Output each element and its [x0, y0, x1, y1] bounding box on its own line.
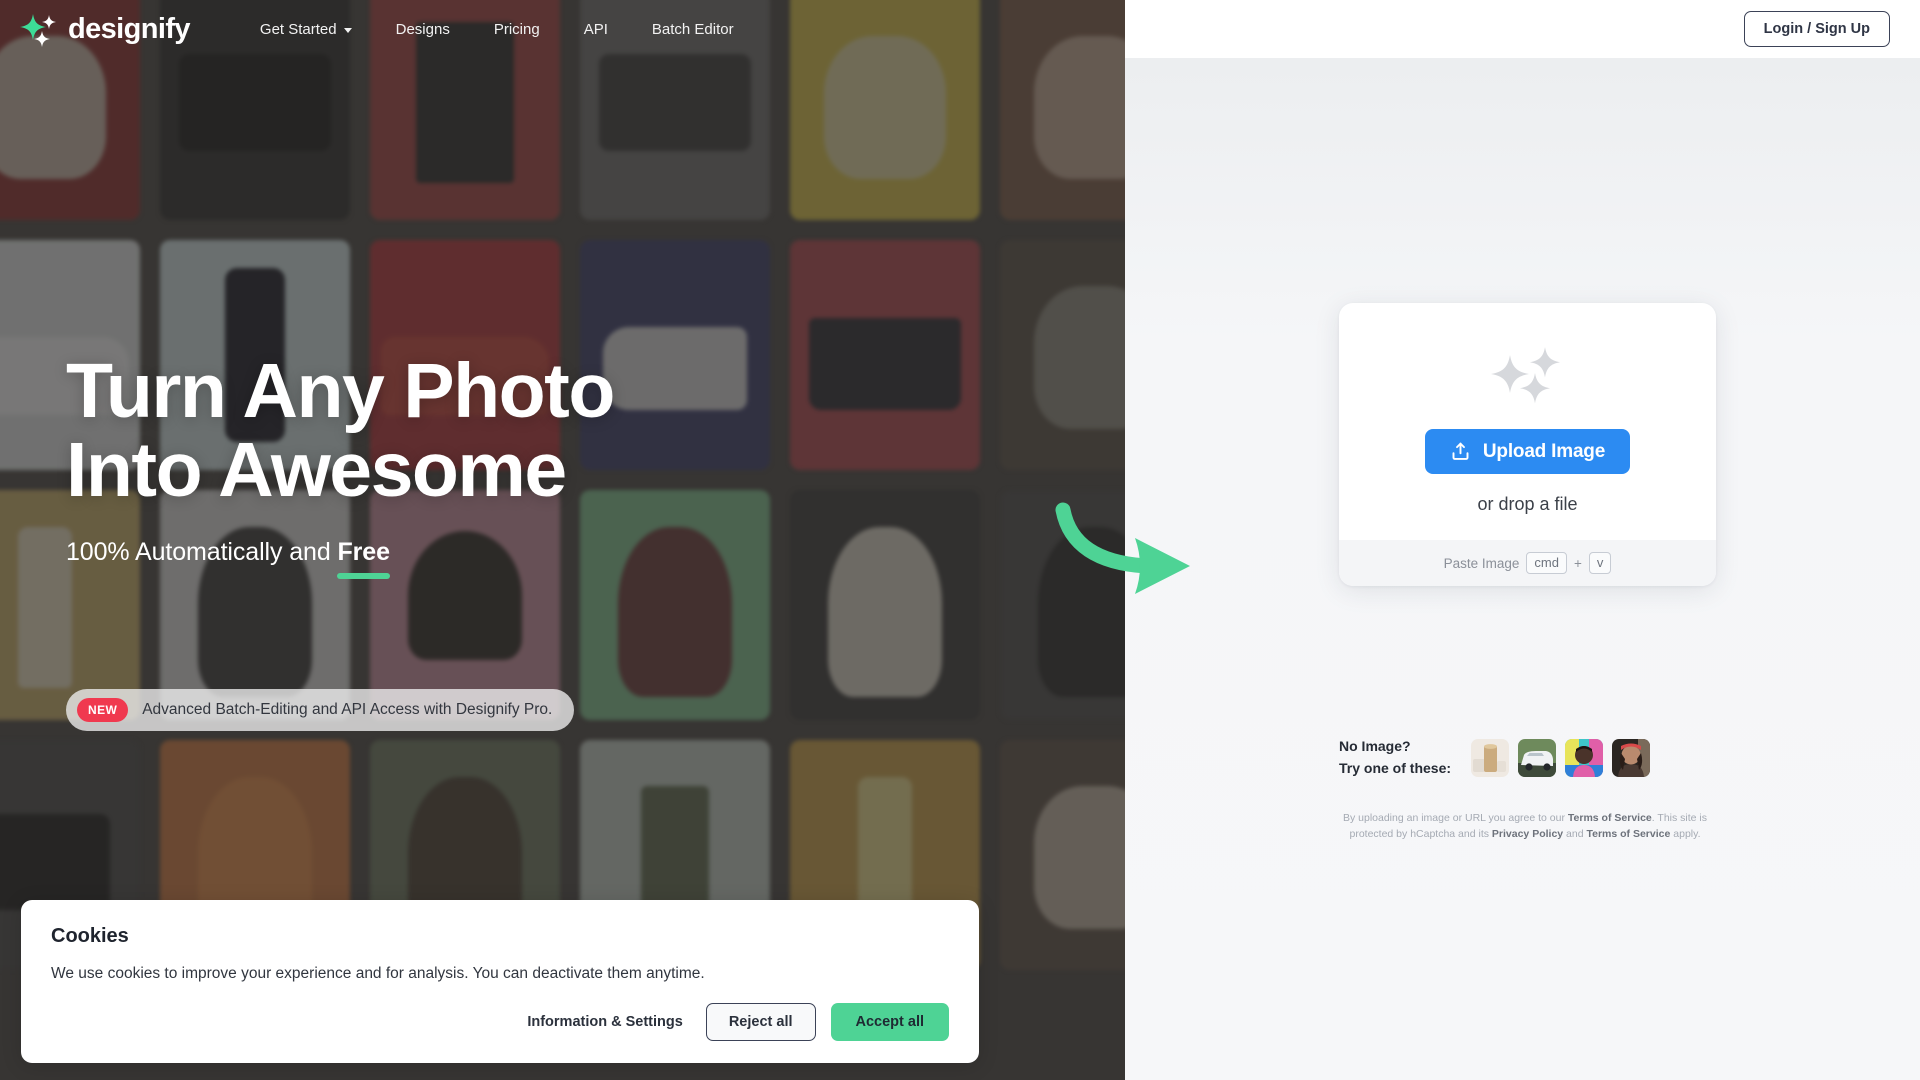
reject-all-button[interactable]: Reject all — [706, 1003, 816, 1041]
hero-copy: Turn Any Photo Into Awesome 100% Automat… — [66, 352, 786, 567]
sample-thumbnails — [1471, 739, 1650, 777]
logo-text: designify — [68, 13, 190, 46]
headline-line-1: Turn Any Photo — [66, 352, 786, 431]
sample-images-label: No Image? Try one of these: — [1339, 736, 1451, 779]
try-one-label: Try one of these: — [1339, 758, 1451, 780]
cardboard-tube-product-thumbnail[interactable] — [1471, 739, 1509, 777]
sample-images-row: No Image? Try one of these: — [1339, 736, 1650, 779]
paste-image-hint: Paste Image cmd + v — [1339, 540, 1716, 586]
legal-part-3: and — [1563, 828, 1586, 840]
curved-arrow-right-icon — [1055, 500, 1215, 615]
cookie-banner-title: Cookies — [51, 925, 949, 948]
white-car-thumbnail[interactable] — [1518, 739, 1556, 777]
legal-disclaimer: By uploading an image or URL you agree t… — [1339, 810, 1711, 843]
nav-label-designs: Designs — [396, 21, 450, 38]
nav-item-designs[interactable]: Designs — [374, 21, 472, 38]
nav-item-get-started[interactable]: Get Started — [238, 21, 374, 38]
login-signup-button[interactable]: Login / Sign Up — [1744, 11, 1890, 47]
drop-file-label: or drop a file — [1477, 494, 1577, 515]
legal-part-1: By uploading an image or URL you agree t… — [1343, 812, 1568, 824]
cookie-banner-actions: Information & Settings Reject all Accept… — [51, 1003, 949, 1041]
upload-card-body: Upload Image or drop a file — [1339, 303, 1716, 540]
accept-all-button[interactable]: Accept all — [831, 1003, 950, 1041]
nav-item-api[interactable]: API — [562, 21, 630, 38]
privacy-policy-link[interactable]: Privacy Policy — [1492, 828, 1563, 840]
nav-label-pricing: Pricing — [494, 21, 540, 38]
cookie-banner-body: We use cookies to improve your experienc… — [51, 965, 949, 983]
cookie-consent-banner: Cookies We use cookies to improve your e… — [21, 900, 979, 1063]
upload-image-label: Upload Image — [1483, 441, 1605, 463]
logo[interactable]: designify — [20, 10, 190, 48]
sparkles-icon — [1490, 345, 1566, 407]
hero-subtitle-prefix: 100% Automatically and — [66, 538, 337, 566]
nav-label-api: API — [584, 21, 608, 38]
nav-item-pricing[interactable]: Pricing — [472, 21, 562, 38]
uploader-panel: Upload Image or drop a file Paste Image … — [1125, 58, 1920, 1080]
man-portrait-thumbnail[interactable] — [1565, 739, 1603, 777]
free-underline — [337, 573, 389, 579]
hero-subtitle: 100% Automatically and Free — [66, 538, 786, 567]
paste-plus-sign: + — [1574, 556, 1582, 571]
paste-key-v: v — [1589, 552, 1612, 575]
promo-banner[interactable]: NEW Advanced Batch-Editing and API Acces… — [66, 689, 574, 731]
nav-label-get-started: Get Started — [260, 21, 337, 38]
sparkle-diamond-icon — [20, 10, 58, 48]
woman-portrait-thumbnail[interactable] — [1612, 739, 1650, 777]
information-settings-link[interactable]: Information & Settings — [519, 1014, 690, 1030]
upload-arrow-icon — [1450, 441, 1471, 462]
no-image-label: No Image? — [1339, 736, 1451, 758]
terms-of-service-link-2[interactable]: Terms of Service — [1586, 828, 1670, 840]
promo-banner-text: Advanced Batch-Editing and API Access wi… — [142, 701, 552, 719]
site-header: designify Get Started Designs Pricing AP… — [0, 0, 1920, 58]
paste-image-label: Paste Image — [1444, 556, 1520, 571]
status-badge: NEW — [77, 698, 128, 722]
legal-part-4: apply. — [1670, 828, 1700, 840]
header-left: designify Get Started Designs Pricing AP… — [0, 0, 1125, 58]
upload-card[interactable]: Upload Image or drop a file Paste Image … — [1339, 303, 1716, 586]
nav-item-batch-editor[interactable]: Batch Editor — [630, 21, 756, 38]
nav-label-batch-editor: Batch Editor — [652, 21, 734, 38]
paste-key-cmd: cmd — [1526, 552, 1567, 575]
hero-subtitle-highlight: Free — [337, 538, 389, 566]
headline-line-2: Into Awesome — [66, 431, 786, 510]
chevron-down-icon — [344, 28, 352, 33]
header-right: Login / Sign Up — [1125, 0, 1920, 58]
upload-image-button[interactable]: Upload Image — [1425, 429, 1630, 474]
page-title: Turn Any Photo Into Awesome — [66, 352, 786, 511]
terms-of-service-link-1[interactable]: Terms of Service — [1568, 812, 1652, 824]
